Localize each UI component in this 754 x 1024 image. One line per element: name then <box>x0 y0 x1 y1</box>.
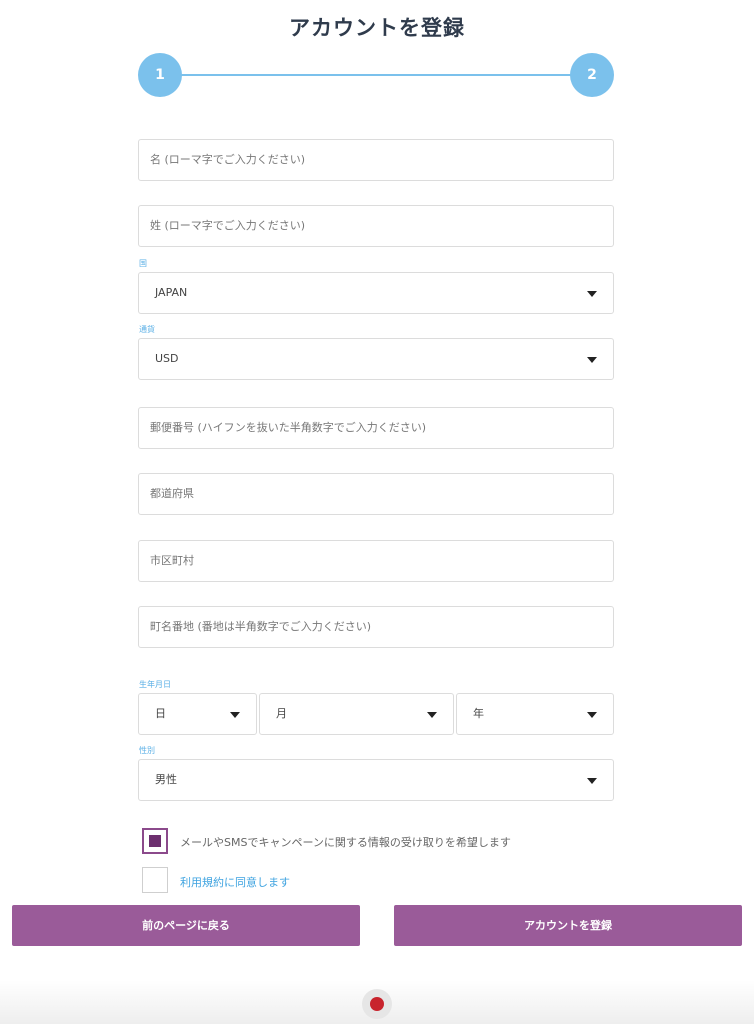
checkbox-checked-mark <box>149 835 161 847</box>
birth-day-select[interactable]: 日 <box>138 693 257 735</box>
terms-of-use-link[interactable]: 利用規約に同意します <box>180 874 290 890</box>
country-select[interactable]: JAPAN <box>138 272 614 314</box>
chevron-down-icon <box>587 712 597 718</box>
gender-value: 男性 <box>155 773 177 786</box>
city-input[interactable]: 市区町村 <box>138 540 614 582</box>
step-1-indicator: 1 <box>138 53 182 97</box>
birth-year-value: 年 <box>473 707 484 720</box>
register-button[interactable]: アカウントを登録 <box>394 905 742 946</box>
marketing-consent-text: メールやSMSでキャンペーンに関する情報の受け取りを希望します <box>180 836 511 849</box>
terms-agree-checkbox[interactable] <box>142 867 168 893</box>
record-dot-icon <box>370 997 384 1011</box>
first-name-input[interactable]: 名 (ローマ字でご入力ください) <box>138 139 614 181</box>
postal-code-placeholder: 郵便番号 (ハイフンを抜いた半角数字でご入力ください) <box>150 421 427 434</box>
chevron-down-icon <box>587 291 597 297</box>
city-placeholder: 市区町村 <box>150 554 194 567</box>
country-value: JAPAN <box>155 286 188 299</box>
marketing-consent-checkbox[interactable] <box>142 828 168 854</box>
street-address-input[interactable]: 町名番地 (番地は半角数字でご入力ください) <box>138 606 614 648</box>
country-label: 国 <box>139 259 147 268</box>
registration-page: アカウントを登録 1 2 名 (ローマ字でご入力ください) 姓 (ローマ字でご入… <box>0 0 754 1024</box>
gender-label: 性別 <box>139 746 155 755</box>
gender-select[interactable]: 男性 <box>138 759 614 801</box>
back-button[interactable]: 前のページに戻る <box>12 905 360 946</box>
birth-month-value: 月 <box>276 707 287 720</box>
postal-code-input[interactable]: 郵便番号 (ハイフンを抜いた半角数字でご入力ください) <box>138 407 614 449</box>
prefecture-placeholder: 都道府県 <box>150 487 194 500</box>
birth-day-value: 日 <box>155 707 166 720</box>
progress-stepper: 1 2 <box>138 52 614 98</box>
last-name-placeholder: 姓 (ローマ字でご入力ください) <box>150 219 306 232</box>
currency-value: USD <box>155 352 179 365</box>
chevron-down-icon <box>230 712 240 718</box>
prefecture-input[interactable]: 都道府県 <box>138 473 614 515</box>
chevron-down-icon <box>427 712 437 718</box>
chevron-down-icon <box>587 357 597 363</box>
first-name-placeholder: 名 (ローマ字でご入力ください) <box>150 153 306 166</box>
chevron-down-icon <box>587 778 597 784</box>
currency-select[interactable]: USD <box>138 338 614 380</box>
stepper-line <box>160 74 592 76</box>
page-title: アカウントを登録 <box>289 16 465 40</box>
birthdate-label: 生年月日 <box>139 680 171 689</box>
birth-month-select[interactable]: 月 <box>259 693 454 735</box>
birth-year-select[interactable]: 年 <box>456 693 614 735</box>
last-name-input[interactable]: 姓 (ローマ字でご入力ください) <box>138 205 614 247</box>
record-button[interactable] <box>362 989 392 1019</box>
currency-label: 通貨 <box>139 325 155 334</box>
street-address-placeholder: 町名番地 (番地は半角数字でご入力ください) <box>150 620 372 633</box>
step-2-indicator: 2 <box>570 53 614 97</box>
